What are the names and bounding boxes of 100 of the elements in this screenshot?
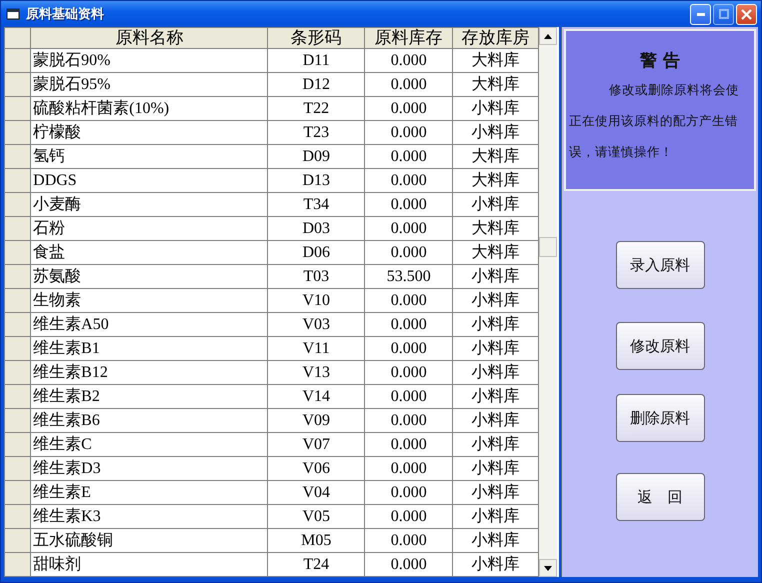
warning-message: 修改或删除原料将会使正在使用该原料的配方产生错误，请谨慎操作！ <box>569 81 740 161</box>
table-cell: 维生素B12 <box>30 360 268 384</box>
scrollbar[interactable] <box>539 27 557 577</box>
table-cell: D09 <box>268 144 364 168</box>
row-selector[interactable] <box>4 216 31 240</box>
table-cell: D03 <box>268 216 364 240</box>
table-cell: M05 <box>268 528 364 552</box>
table-cell: 0.000 <box>364 456 453 480</box>
table-cell: 蒙脱石95% <box>30 72 268 96</box>
table-cell: 0.000 <box>364 216 453 240</box>
row-selector[interactable] <box>4 264 31 288</box>
table-cell: 食盐 <box>30 240 268 264</box>
table-cell: T03 <box>268 264 364 288</box>
table-cell: V04 <box>268 480 364 504</box>
table-cell: 维生素B2 <box>30 384 268 408</box>
row-selector[interactable] <box>4 240 31 264</box>
table-cell: 0.000 <box>364 312 453 336</box>
window-title: 原料基础资料 <box>26 6 105 23</box>
table-cell: 生物素 <box>30 288 268 312</box>
maximize-icon <box>718 9 728 19</box>
table-cell: T22 <box>268 96 364 120</box>
row-selector[interactable] <box>4 120 31 144</box>
row-selector[interactable] <box>4 480 31 504</box>
table-cell: 柠檬酸 <box>30 120 268 144</box>
table-cell: 小麦酶 <box>30 192 268 216</box>
table-cell: 维生素B6 <box>30 408 268 432</box>
action-button[interactable]: 录入原料 <box>616 241 704 289</box>
close-icon <box>741 8 752 20</box>
row-header-corner <box>4 28 31 48</box>
table-cell: 五水硫酸铜 <box>30 528 268 552</box>
table-cell: 0.000 <box>364 504 453 528</box>
table-cell: D06 <box>268 240 364 264</box>
action-button[interactable]: 修改原料 <box>616 322 704 370</box>
table-cell: V09 <box>268 408 364 432</box>
table-cell: 0.000 <box>364 168 453 192</box>
table-cell: D12 <box>268 72 364 96</box>
row-selector[interactable] <box>4 408 31 432</box>
table-cell: 0.000 <box>364 432 453 456</box>
table-cell: 0.000 <box>364 480 453 504</box>
scroll-up-button[interactable] <box>539 27 557 45</box>
row-selector[interactable] <box>4 192 31 216</box>
column-header[interactable]: 原料库存 <box>364 28 453 48</box>
table-cell: 维生素D3 <box>30 456 268 480</box>
row-selector[interactable] <box>4 168 31 192</box>
table-cell: T24 <box>268 552 364 576</box>
row-selector[interactable] <box>4 360 31 384</box>
close-button[interactable] <box>736 4 757 24</box>
row-selector[interactable] <box>4 48 31 72</box>
table-cell: 氢钙 <box>30 144 268 168</box>
table-cell: V14 <box>268 384 364 408</box>
table-cell: V07 <box>268 432 364 456</box>
row-selector[interactable] <box>4 528 31 552</box>
table-cell: 苏氨酸 <box>30 264 268 288</box>
table-cell: 石粉 <box>30 216 268 240</box>
down-arrow-icon <box>544 566 552 570</box>
row-selector[interactable] <box>4 312 31 336</box>
row-selector[interactable] <box>4 384 31 408</box>
table-cell: 硫酸粘杆菌素(10%) <box>30 96 268 120</box>
row-selector[interactable] <box>4 144 31 168</box>
table-cell: DDGS <box>30 168 268 192</box>
table-cell: 维生素K3 <box>30 504 268 528</box>
window-icon <box>6 7 20 21</box>
table-cell: V05 <box>268 504 364 528</box>
scroll-thumb[interactable] <box>539 237 557 257</box>
column-header[interactable]: 存放库房 <box>452 28 538 48</box>
row-selector[interactable] <box>4 96 31 120</box>
table-cell: 维生素A50 <box>30 312 268 336</box>
action-button[interactable]: 删除原料 <box>616 394 704 442</box>
table-cell: 0.000 <box>364 360 453 384</box>
table-cell: V10 <box>268 288 364 312</box>
table-cell: V06 <box>268 456 364 480</box>
row-selector[interactable] <box>4 504 31 528</box>
table-cell: 0.000 <box>364 336 453 360</box>
table-cell: 0.000 <box>364 528 453 552</box>
table-cell: 0.000 <box>364 408 453 432</box>
maximize-button[interactable] <box>713 4 734 24</box>
table-cell: T34 <box>268 192 364 216</box>
column-header[interactable]: 条形码 <box>268 28 364 48</box>
table-cell: V11 <box>268 336 364 360</box>
table-cell: V03 <box>268 312 364 336</box>
row-selector[interactable] <box>4 456 31 480</box>
column-header[interactable]: 原料名称 <box>30 28 268 48</box>
row-selector[interactable] <box>4 552 31 576</box>
table-cell: 0.000 <box>364 120 453 144</box>
table-cell: 0.000 <box>364 48 453 72</box>
scroll-down-button[interactable] <box>539 559 557 577</box>
warning-title: 警 告 <box>640 50 680 72</box>
table-cell: 0.000 <box>364 96 453 120</box>
action-button[interactable]: 返 回 <box>616 473 704 521</box>
table-cell: T23 <box>268 120 364 144</box>
row-selector[interactable] <box>4 288 31 312</box>
table-cell: 0.000 <box>364 72 453 96</box>
up-arrow-icon <box>544 34 552 38</box>
table-cell: 甜味剂 <box>30 552 268 576</box>
row-selector[interactable] <box>4 336 31 360</box>
minimize-button[interactable] <box>690 4 711 24</box>
row-selector[interactable] <box>4 72 31 96</box>
table-cell: 0.000 <box>364 192 453 216</box>
row-selector[interactable] <box>4 432 31 456</box>
table-cell: 维生素E <box>30 480 268 504</box>
